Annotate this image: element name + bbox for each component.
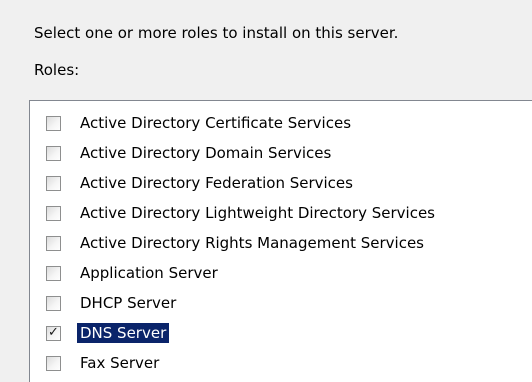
role-label: DNS Server <box>77 323 170 343</box>
role-item-fax-server[interactable]: Fax Server <box>30 353 532 377</box>
role-checkbox[interactable] <box>46 206 61 221</box>
role-checkbox[interactable] <box>46 146 61 161</box>
role-label: Active Directory Lightweight Directory S… <box>80 204 435 222</box>
role-item-ad-lightweight-directory-services[interactable]: Active Directory Lightweight Directory S… <box>30 203 532 227</box>
roles-list[interactable]: Active Directory Certificate Services Ac… <box>29 100 532 382</box>
instruction-text: Select one or more roles to install on t… <box>34 24 399 42</box>
check-mark-icon: ✓ <box>48 325 59 340</box>
role-item-ad-federation-services[interactable]: Active Directory Federation Services <box>30 173 532 197</box>
role-item-dns-server[interactable]: ✓ DNS Server <box>30 323 532 347</box>
role-checkbox[interactable] <box>46 356 61 371</box>
roles-label: Roles: <box>34 61 80 79</box>
role-label: Active Directory Federation Services <box>80 174 353 192</box>
role-item-ad-certificate-services[interactable]: Active Directory Certificate Services <box>30 113 532 137</box>
role-checkbox[interactable] <box>46 116 61 131</box>
role-label: Active Directory Rights Management Servi… <box>80 234 424 252</box>
role-checkbox[interactable] <box>46 296 61 311</box>
role-checkbox[interactable] <box>46 266 61 281</box>
role-item-ad-domain-services[interactable]: Active Directory Domain Services <box>30 143 532 167</box>
role-label: DHCP Server <box>80 294 177 312</box>
role-label: Fax Server <box>80 354 160 372</box>
role-label: Application Server <box>80 264 218 282</box>
role-item-ad-rights-management-services[interactable]: Active Directory Rights Management Servi… <box>30 233 532 257</box>
role-checkbox-checked[interactable]: ✓ <box>46 325 61 341</box>
role-label: Active Directory Domain Services <box>80 144 332 162</box>
add-roles-wizard-page: Select one or more roles to install on t… <box>0 0 532 382</box>
role-item-application-server[interactable]: Application Server <box>30 263 532 287</box>
role-label: Active Directory Certificate Services <box>80 114 352 132</box>
role-checkbox[interactable] <box>46 236 61 251</box>
role-checkbox[interactable] <box>46 176 61 191</box>
role-item-dhcp-server[interactable]: DHCP Server <box>30 293 532 317</box>
